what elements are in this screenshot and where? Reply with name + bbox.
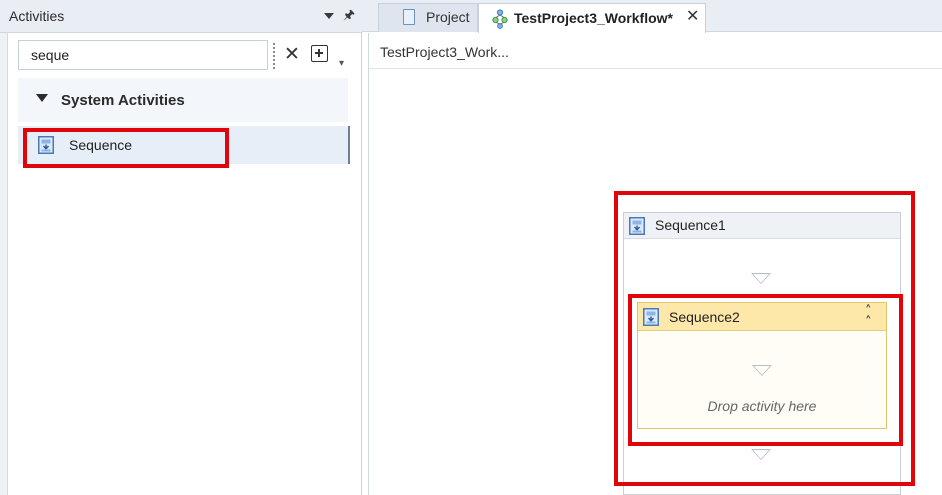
drop-target-arrow-icon[interactable] <box>751 449 771 460</box>
activity-item-label: Sequence <box>69 137 133 153</box>
pin-icon[interactable]: 🖈 <box>343 6 355 28</box>
category-label: System Activities <box>61 92 185 109</box>
tab-workflow-label: TestProject3_Workflow* <box>514 10 673 26</box>
search-toolbar-grip <box>273 43 276 69</box>
expand-all-icon[interactable] <box>311 45 328 62</box>
left-dock-strip <box>0 0 8 495</box>
sequence-icon <box>38 136 54 154</box>
sequence-icon <box>629 217 645 235</box>
workflow-icon <box>492 9 508 29</box>
toolbar-overflow-icon[interactable]: ▾ <box>339 58 344 69</box>
caret-down-icon <box>36 94 48 102</box>
activities-panel-header: Activities 🖈 <box>0 0 362 33</box>
clear-search-icon[interactable]: ✕ <box>284 41 300 67</box>
project-icon <box>403 9 415 25</box>
sequence2-title: Sequence2 <box>669 309 740 325</box>
breadcrumb-bar: TestProject3_Work... <box>369 33 942 69</box>
sequence1-title: Sequence1 <box>655 217 726 233</box>
tab-project-label: Project <box>426 9 470 25</box>
activities-panel-title: Activities <box>9 8 65 24</box>
activity-item-sequence[interactable]: Sequence <box>18 126 350 164</box>
panel-dropdown-icon[interactable] <box>324 13 334 19</box>
drop-target-arrow-icon[interactable] <box>752 365 772 376</box>
sequence-icon <box>643 308 659 326</box>
sequence2-activity[interactable]: Sequence2 ˄ ˄ Drop activity here <box>637 302 887 429</box>
drop-activity-placeholder: Drop activity here <box>707 398 817 414</box>
activities-search-input[interactable] <box>18 40 268 70</box>
tab-project[interactable]: Project <box>378 3 478 32</box>
category-system-activities[interactable]: System Activities <box>18 78 348 122</box>
sequence2-header[interactable]: Sequence2 ˄ ˄ <box>638 303 886 331</box>
drop-target-arrow-icon[interactable] <box>751 273 771 284</box>
collapse-chevron-up-icon[interactable]: ˄ ˄ <box>865 305 872 329</box>
tab-testproject3-workflow[interactable]: TestProject3_Workflow* ✕ <box>478 3 706 33</box>
sequence1-header[interactable]: Sequence1 <box>624 213 900 239</box>
breadcrumb[interactable]: TestProject3_Work... <box>380 44 509 60</box>
close-tab-icon[interactable]: ✕ <box>686 6 699 25</box>
activities-panel: Activities 🖈 ✕ ▾ System Activities Seque… <box>0 0 362 495</box>
